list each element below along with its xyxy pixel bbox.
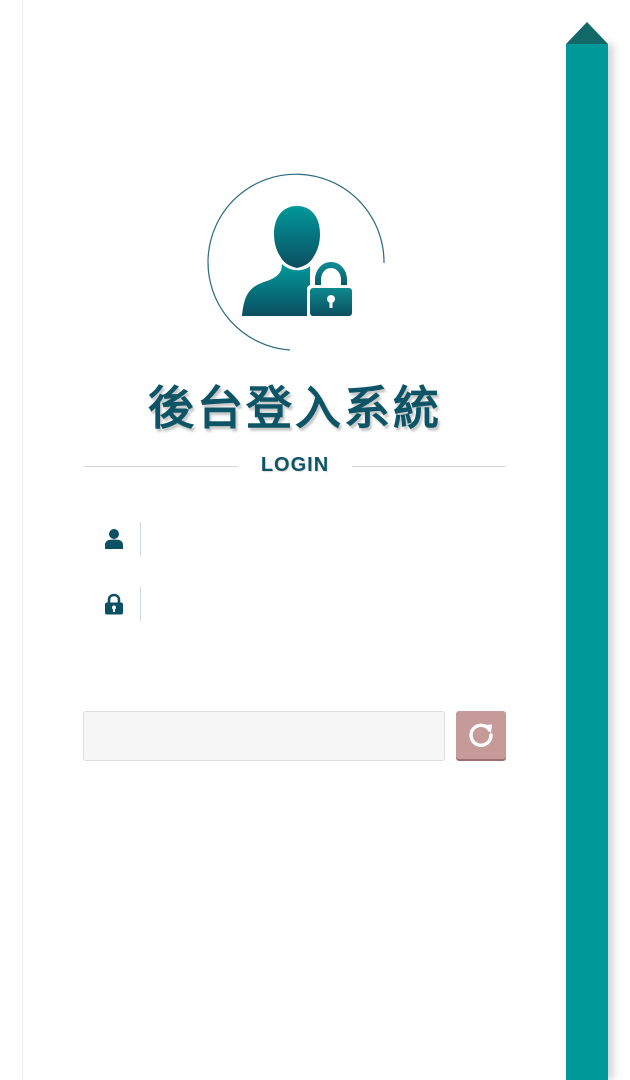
captcha-input[interactable]	[83, 711, 445, 761]
password-row	[84, 586, 506, 622]
login-divider: LOGIN	[84, 452, 506, 480]
username-separator	[140, 522, 141, 556]
username-row	[84, 521, 506, 557]
username-input[interactable]	[148, 523, 498, 555]
user-lock-icon	[200, 168, 390, 358]
user-icon	[102, 527, 126, 551]
password-separator	[140, 587, 141, 621]
side-panel-fold-corner	[566, 0, 608, 44]
refresh-captcha-button[interactable]	[456, 711, 506, 759]
divider-line-right	[352, 466, 506, 467]
password-input[interactable]	[148, 588, 498, 620]
page-title: 後台登入系統	[148, 381, 442, 435]
login-page: 後台登入系統 LOGIN	[0, 0, 630, 1080]
lock-icon	[102, 592, 126, 616]
login-label: LOGIN	[260, 454, 330, 476]
refresh-icon	[469, 723, 493, 747]
left-border	[22, 0, 23, 1080]
side-accent-panel	[566, 44, 608, 1080]
